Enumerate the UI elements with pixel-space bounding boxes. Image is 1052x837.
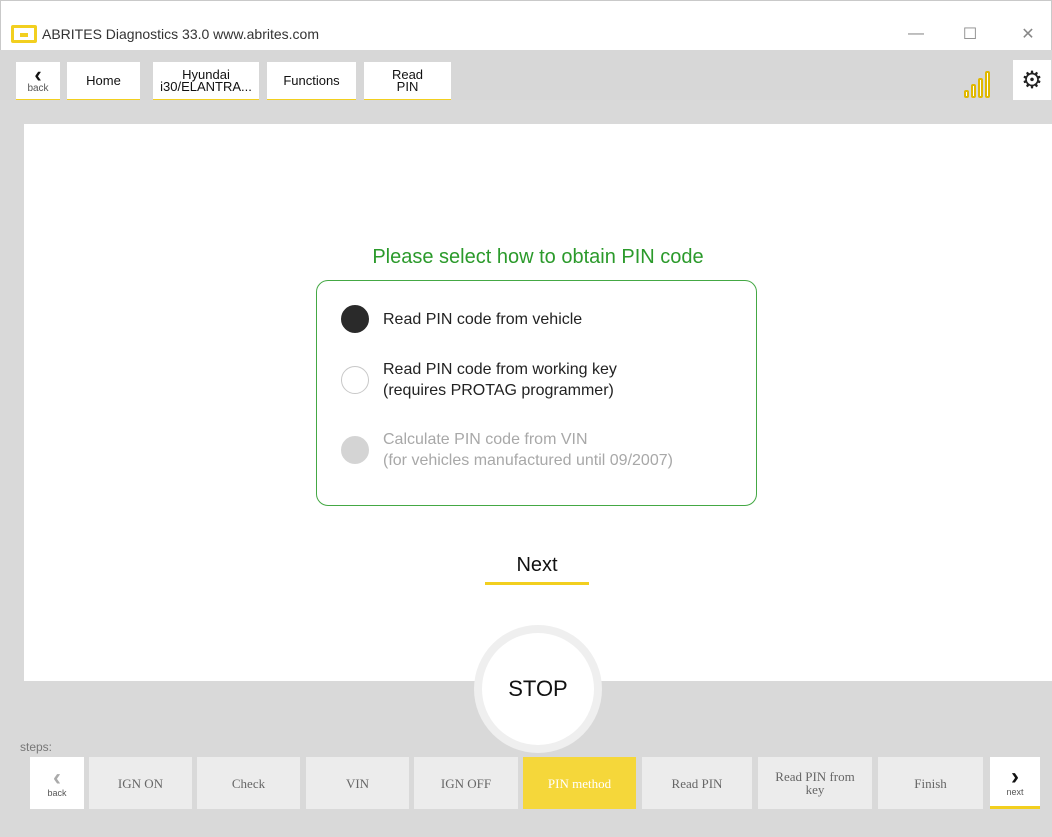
breadcrumb-vehicle[interactable]: Hyundai i30/ELANTRA... [153,62,259,102]
step-ign-off: IGN OFF [414,757,518,809]
chevron-left-icon: ‹ [53,764,61,791]
window-title: ABRITES Diagnostics 33.0 www.abrites.com [42,26,319,42]
close-button[interactable]: ✕ [1005,17,1051,51]
gear-icon[interactable]: ⚙ [1013,60,1051,100]
option-read-from-vehicle[interactable]: Read PIN code from vehicle [341,305,582,333]
toolbar-back-button[interactable]: ‹ back [16,62,60,102]
step-read-pin: Read PIN [642,757,752,809]
signal-strength-icon [964,64,994,98]
steps-label: steps: [20,740,53,754]
breadcrumb-functions[interactable]: Functions [267,62,356,102]
steps-next-label: next [1006,786,1024,797]
step-pin-method: PIN method [523,757,636,809]
radio-unselected-icon[interactable] [341,366,369,394]
option-calculate-from-vin: Calculate PIN code from VIN (for vehicle… [341,429,673,471]
option-sublabel: (for vehicles manufactured until 09/2007… [383,452,673,469]
chevron-right-icon: › [1011,762,1019,790]
step-finish: Finish [878,757,983,809]
breadcrumb-home[interactable]: Home [67,62,140,102]
stop-button[interactable]: STOP [482,633,594,745]
title-bar: ABRITES Diagnostics 33.0 www.abrites.com… [0,0,1052,50]
breadcrumb-read-pin[interactable]: Read PIN [364,62,451,102]
steps-back-label: back [47,788,67,798]
radio-selected-icon[interactable] [341,305,369,333]
steps-next-button[interactable]: › next [990,757,1040,809]
maximize-button[interactable]: ☐ [947,17,993,51]
option-read-from-key[interactable]: Read PIN code from working key (requires… [341,359,617,401]
step-ign-on: IGN ON [89,757,192,809]
page-prompt: Please select how to obtain PIN code [372,246,704,268]
option-label: Read PIN code from working key [383,361,617,378]
option-sublabel: (requires PROTAG programmer) [383,382,614,399]
step-read-pin-from-key: Read PIN from key [758,757,872,809]
next-button[interactable]: Next [485,549,589,585]
app-logo-icon [11,25,37,43]
pin-method-options: Read PIN code from vehicle Read PIN code… [316,280,757,506]
back-label: back [27,82,49,94]
chevron-left-icon: ‹ [34,61,42,87]
step-check: Check [197,757,300,809]
step-vin: VIN [306,757,409,809]
radio-disabled-icon [341,436,369,464]
option-label: Read PIN code from vehicle [383,310,583,328]
option-label: Calculate PIN code from VIN [383,431,588,448]
steps-back-button[interactable]: ‹ back [30,757,84,809]
minimize-button[interactable]: — [893,17,939,51]
